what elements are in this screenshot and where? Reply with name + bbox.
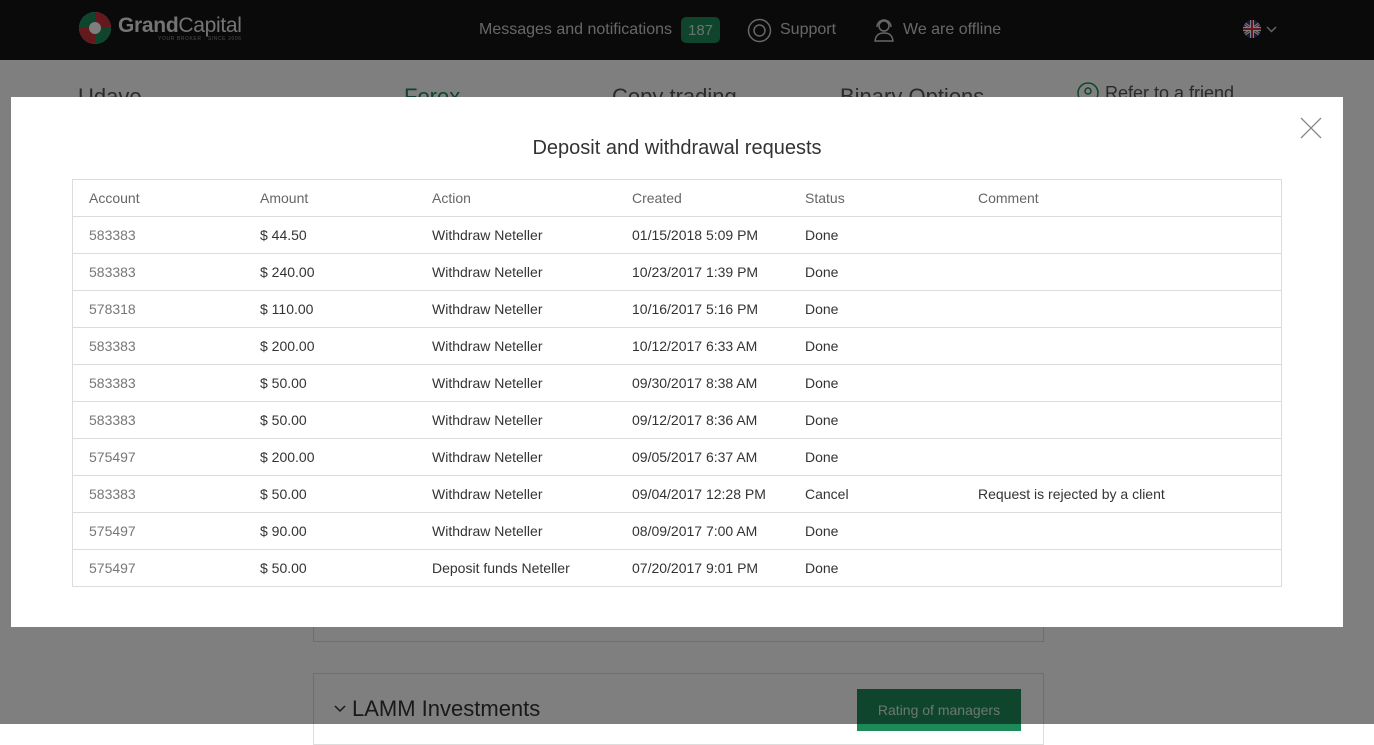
cell-account: 583383 — [73, 216, 244, 254]
cell-amount: $ 90.00 — [244, 512, 416, 550]
cell-status: Done — [789, 401, 962, 439]
cell-comment — [962, 253, 1281, 291]
column-header-amount: Amount — [244, 180, 416, 217]
cell-status: Done — [805, 560, 839, 576]
cell-created: 10/16/2017 5:16 PM — [616, 290, 789, 328]
cell-action: Withdraw Neteller — [416, 512, 616, 550]
cell-status: Done — [789, 253, 962, 291]
cell-action: Withdraw Neteller — [416, 327, 616, 365]
table-body: 583383 $ 44.50 Withdraw Neteller 01/15/2018… — [73, 216, 1281, 587]
column-header-created: Created — [616, 180, 789, 217]
table-row: 578318 $ 110.00 Withdraw Neteller 10/16/201… — [73, 290, 1281, 328]
cell-created: 01/15/2018 5:09 PM — [616, 216, 789, 254]
cell-status: Done — [789, 512, 962, 550]
cell-comment — [962, 438, 1281, 476]
cell-status: Done — [789, 438, 962, 476]
cell-account: 583383 — [73, 401, 244, 439]
table-row: 583383 $ 240.00 Withdraw Neteller 10/23/201… — [73, 253, 1281, 291]
cell-status: Cancel — [789, 475, 962, 513]
cell-status: Done — [789, 216, 962, 254]
table-header-row: Account Amount Action Created Status Comment — [73, 180, 1281, 217]
cell-comment — [962, 327, 1281, 365]
cell-amount: $ 200.00 — [244, 438, 416, 476]
cell-account: 583383 — [73, 253, 244, 291]
cell-account: 578318 — [73, 290, 244, 328]
cell-action: Withdraw Neteller — [416, 253, 616, 291]
cell-created: 08/09/2017 7:00 AM — [616, 512, 789, 550]
cell-action: Withdraw Neteller — [416, 401, 616, 439]
cell-action: Deposit funds Neteller — [432, 560, 570, 576]
table-row: 583383 $ 50.00 Withdraw Neteller 09/12/2017… — [73, 401, 1281, 439]
requests-table: Account Amount Action Created Status Comment … — [72, 179, 1282, 587]
cell-comment — [962, 512, 1281, 550]
cell-created: 09/12/2017 8:36 AM — [616, 401, 789, 439]
table-row: 575497 $ 90.00 Withdraw Neteller 08/09/2017… — [73, 512, 1281, 550]
cell-action: Withdraw Neteller — [416, 438, 616, 476]
column-header-comment: Comment — [962, 180, 1281, 217]
cell-action: Withdraw Neteller — [416, 290, 616, 328]
cell-action: Withdraw Neteller — [416, 475, 616, 513]
cell-comment — [962, 550, 1281, 587]
cell-amount: $ 200.00 — [244, 327, 416, 365]
cell-created: 09/30/2017 8:38 AM — [616, 364, 789, 402]
table-row: 583383 $ 200.00 Withdraw Neteller 10/12/201… — [73, 327, 1281, 365]
table-row: 583383 $ 50.00 Withdraw Neteller 09/30/2017… — [73, 364, 1281, 402]
cell-status: Done — [789, 290, 962, 328]
table-row: 575497 $ 200.00 Withdraw Neteller 09/05/201… — [73, 438, 1281, 476]
table-row: 583383 $ 44.50 Withdraw Neteller 01/15/2018… — [73, 216, 1281, 254]
table-row: 583383 $ 50.00 Withdraw Neteller 09/04/2017… — [73, 475, 1281, 513]
cell-action: Withdraw Neteller — [416, 216, 616, 254]
cell-amount: $ 44.50 — [244, 216, 416, 254]
cell-created: 09/05/2017 6:37 AM — [616, 438, 789, 476]
cell-comment — [962, 364, 1281, 402]
requests-modal: Deposit and withdrawal requests Account A… — [11, 97, 1343, 627]
modal-title: Deposit and withdrawal requests — [532, 137, 822, 159]
column-header-action: Action — [416, 180, 616, 217]
cell-comment: Request is rejected by a client — [962, 475, 1281, 513]
cell-account: 583383 — [73, 364, 244, 402]
table-row: 575497 $ 50.00 Deposit funds Neteller 07/20… — [73, 550, 1281, 587]
cell-amount: $ 50.00 — [260, 560, 307, 576]
cell-amount: $ 240.00 — [244, 253, 416, 291]
cell-created: 10/12/2017 6:33 AM — [616, 327, 789, 365]
cell-comment — [962, 290, 1281, 328]
column-header-account: Account — [73, 180, 244, 217]
cell-account: 575497 — [73, 438, 244, 476]
cell-amount: $ 50.00 — [244, 364, 416, 402]
cell-account: 583383 — [73, 475, 244, 513]
cell-created: 09/04/2017 12:28 PM — [616, 475, 789, 513]
cell-amount: $ 110.00 — [244, 290, 416, 328]
cell-status: Done — [789, 327, 962, 365]
cell-action: Withdraw Neteller — [416, 364, 616, 402]
cell-account: 575497 — [89, 560, 136, 576]
cell-account: 575497 — [73, 512, 244, 550]
cell-account: 583383 — [73, 327, 244, 365]
cell-status: Done — [789, 364, 962, 402]
cell-comment — [962, 216, 1281, 254]
cell-created: 07/20/2017 9:01 PM — [632, 560, 759, 576]
cell-created: 10/23/2017 1:39 PM — [616, 253, 789, 291]
column-header-status: Status — [789, 180, 962, 217]
cell-comment — [962, 401, 1281, 439]
cell-amount: $ 50.00 — [244, 475, 416, 513]
cell-amount: $ 50.00 — [244, 401, 416, 439]
